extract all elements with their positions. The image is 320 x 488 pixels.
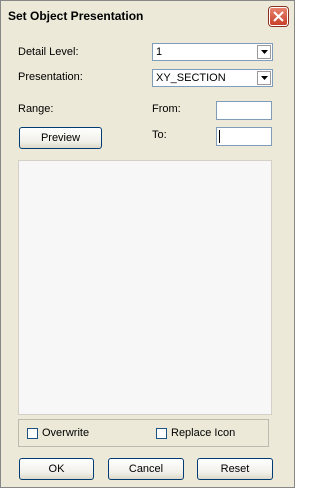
preview-canvas	[18, 160, 272, 415]
overwrite-checkbox[interactable]	[27, 428, 38, 439]
chevron-down-icon	[261, 76, 268, 80]
chevron-down-icon	[261, 50, 268, 54]
from-label: From:	[152, 103, 181, 115]
window-title: Set Object Presentation	[8, 9, 144, 23]
text-cursor	[219, 130, 220, 143]
to-label: To:	[152, 129, 167, 141]
replace-icon-label[interactable]: Replace Icon	[171, 427, 235, 439]
detail-level-value: 1	[156, 46, 163, 58]
from-input[interactable]	[216, 101, 272, 120]
dialog-window: Set Object Presentation Detail Level: 1 …	[0, 0, 295, 488]
overwrite-label[interactable]: Overwrite	[42, 427, 89, 439]
close-button[interactable]	[269, 7, 288, 26]
cancel-button[interactable]: Cancel	[108, 458, 184, 480]
close-icon	[273, 11, 284, 22]
detail-level-label: Detail Level:	[18, 46, 79, 58]
preview-button[interactable]: Preview	[19, 127, 102, 149]
to-input[interactable]	[216, 127, 272, 146]
presentation-label: Presentation:	[18, 71, 83, 83]
detail-level-select[interactable]: 1	[152, 43, 273, 61]
title-bar[interactable]: Set Object Presentation	[1, 1, 294, 31]
presentation-select[interactable]: XY_SECTION	[152, 69, 273, 87]
reset-button[interactable]: Reset	[197, 458, 273, 480]
options-group: Overwrite Replace Icon	[18, 419, 269, 447]
range-label: Range:	[18, 103, 54, 115]
presentation-dropdown-button[interactable]	[257, 71, 271, 85]
presentation-value: XY_SECTION	[156, 72, 226, 84]
replace-icon-checkbox[interactable]	[156, 428, 167, 439]
ok-button[interactable]: OK	[19, 458, 94, 480]
detail-level-dropdown-button[interactable]	[257, 45, 271, 59]
